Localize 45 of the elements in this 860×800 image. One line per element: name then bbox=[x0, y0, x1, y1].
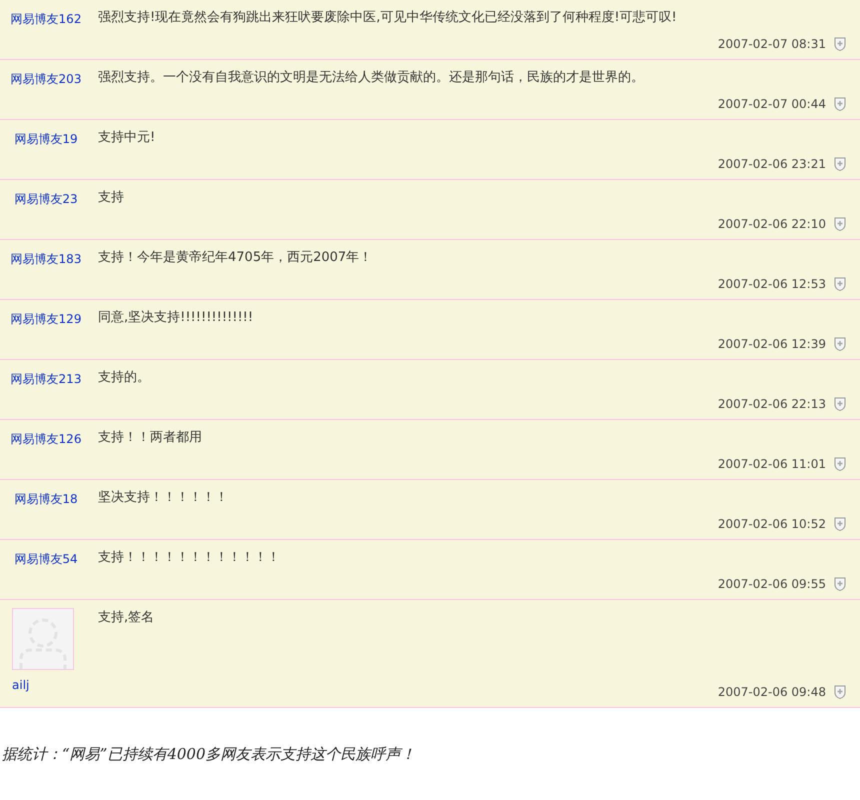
comment-text: 支持！！！！！！！！！！！！ bbox=[98, 549, 281, 567]
comment-time: 2007-02-06 09:55 bbox=[718, 576, 826, 593]
add-icon[interactable] bbox=[834, 685, 846, 699]
add-icon[interactable] bbox=[834, 337, 846, 351]
comment-text: 同意,坚决支持!!!!!!!!!!!!!! bbox=[98, 309, 254, 327]
comment-time: 2007-02-06 11:01 bbox=[718, 456, 826, 473]
author-link[interactable]: 网易博友162 bbox=[10, 10, 82, 28]
comment-text: 支持 bbox=[98, 189, 125, 207]
author-link[interactable]: 网易博友183 bbox=[10, 250, 82, 268]
comment-time: 2007-02-07 00:44 bbox=[718, 96, 826, 113]
comment-time: 2007-02-06 22:13 bbox=[718, 396, 826, 413]
comment-time: 2007-02-06 10:52 bbox=[718, 516, 826, 533]
comment-text: 支持！今年是黄帝纪年4705年，西元2007年！ bbox=[98, 249, 374, 267]
author-link[interactable]: 网易博友18 bbox=[14, 490, 78, 508]
comment-text: 支持,签名 bbox=[98, 609, 156, 627]
comment-text: 强烈支持。一个没有自我意识的文明是无法给人类做贡献的。还是那句话，民族的才是世界的。 bbox=[98, 69, 645, 87]
add-icon[interactable] bbox=[834, 517, 846, 531]
add-icon[interactable] bbox=[834, 457, 846, 471]
author-link[interactable]: 网易博友19 bbox=[14, 130, 78, 148]
add-icon[interactable] bbox=[834, 157, 846, 171]
add-icon[interactable] bbox=[834, 217, 846, 231]
add-icon[interactable] bbox=[834, 37, 846, 51]
comment-text: 坚决支持！！！！！！ bbox=[98, 489, 229, 507]
author-link[interactable]: 网易博友23 bbox=[14, 190, 78, 208]
author-link[interactable]: 网易博友54 bbox=[14, 550, 78, 568]
comment-time: 2007-02-06 12:39 bbox=[718, 336, 826, 353]
add-icon[interactable] bbox=[834, 397, 846, 411]
author-link[interactable]: 网易博友126 bbox=[10, 430, 82, 448]
footer-note: 据统计：“网易”已持续有4000多网友表示支持这个民族呼声！ bbox=[2, 745, 416, 763]
comment-text: 支持的。 bbox=[98, 369, 151, 387]
author-link[interactable]: 网易博友213 bbox=[10, 370, 82, 388]
comment-text: 支持！！两者都用 bbox=[98, 429, 203, 447]
author-link[interactable]: 网易博友203 bbox=[10, 70, 82, 88]
comment-time: 2007-02-07 08:31 bbox=[718, 36, 826, 53]
comment-time: 2007-02-06 09:48 bbox=[718, 684, 826, 701]
comment-time: 2007-02-06 23:21 bbox=[718, 156, 826, 173]
comment-text: 支持中元! bbox=[98, 129, 156, 147]
author-link[interactable]: 网易博友129 bbox=[10, 310, 82, 328]
add-icon[interactable] bbox=[834, 97, 846, 111]
add-icon[interactable] bbox=[834, 277, 846, 291]
comment-time: 2007-02-06 12:53 bbox=[718, 276, 826, 293]
add-icon[interactable] bbox=[834, 577, 846, 591]
comment-time: 2007-02-06 22:10 bbox=[718, 216, 826, 233]
author-link[interactable]: ailj bbox=[12, 676, 30, 694]
comment-text: 强烈支持!现在竟然会有狗跳出来狂吠要废除中医,可见中华传统文化已经没落到了何种程度!可悲可叹! bbox=[98, 9, 678, 27]
